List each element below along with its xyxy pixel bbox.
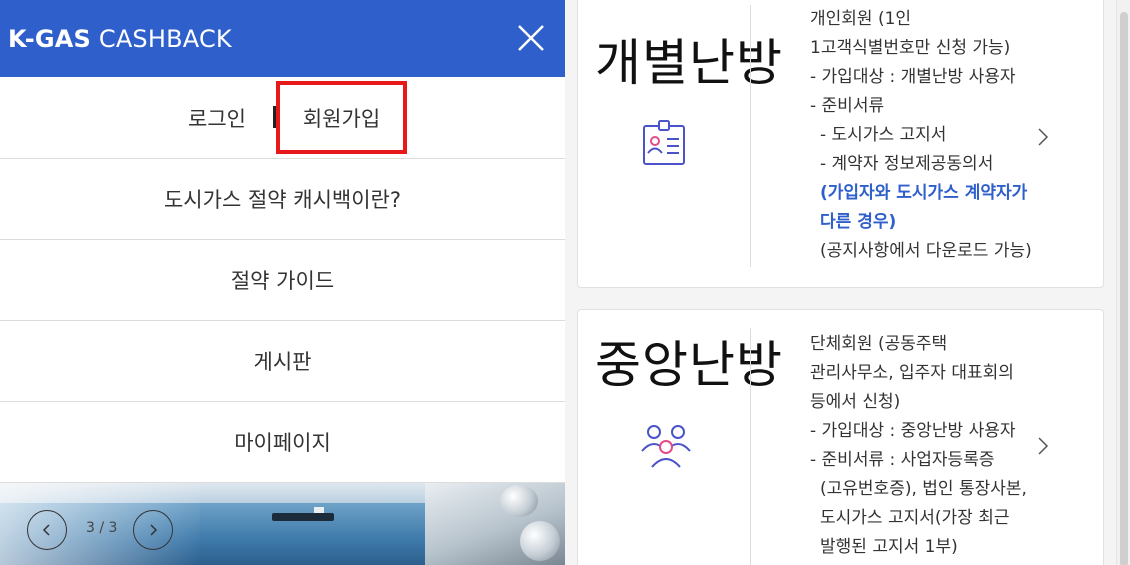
login-link[interactable]: 로그인 [188, 103, 246, 133]
id-card-icon [638, 117, 690, 173]
brand-logo-bold: K-GAS [8, 24, 92, 53]
divider [750, 328, 751, 565]
desc-line: 등에서 신청) [810, 392, 901, 412]
desc-line: 개인회원 (1인 [810, 9, 912, 29]
desc-line: (공지사항에서 다운로드 가능) [820, 241, 1032, 261]
chevron-left-icon [42, 524, 50, 536]
slide-next-button[interactable] [133, 510, 173, 550]
divider [750, 5, 751, 267]
card-title: 개별난방 [595, 34, 783, 92]
card-individual-heating[interactable]: 개별난방 개인회원 (1인 1고객식별번호만 신청 가능) - 가입대상 : 개… [577, 0, 1104, 288]
membership-cards: 개별난방 개인회원 (1인 1고객식별번호만 신청 가능) - 가입대상 : 개… [565, 0, 1130, 565]
desc-line-highlight: 다른 경우) [820, 212, 897, 232]
card-description: 단체회원 (공동주택 관리사무소, 입주자 대표회의 등에서 신청) - 가입대… [810, 330, 1027, 562]
chevron-right-icon [150, 524, 158, 536]
menu-item-label: 절약 가이드 [230, 269, 335, 293]
menu-item-label: 마이페이지 [234, 431, 331, 455]
slide-prev-button[interactable] [27, 510, 67, 550]
page: K-GAS CASHBACK 로그인 회원가입 도시가스 절약 캐시백이란? 절… [0, 0, 1130, 565]
card-central-heating[interactable]: 중앙난방 단체회원 (공동주택 관리사무소, 입주자 대표회의 등에서 신청) … [577, 309, 1104, 565]
desc-line: 1고객식별번호만 신청 가능) [810, 38, 1011, 58]
scrollbar-thumb[interactable] [1120, 12, 1128, 565]
auth-row: 로그인 회원가입 [0, 77, 565, 159]
signup-link[interactable]: 회원가입 [276, 81, 407, 154]
desc-line: (고유번호증), 법인 통장사본, [820, 479, 1027, 499]
drawer-header: K-GAS CASHBACK [0, 0, 565, 77]
desc-line: - 가입대상 : 중앙난방 사용자 [810, 421, 1016, 441]
desc-line-highlight: (가입자와 도시가스 계약자가 [820, 183, 1028, 203]
menu-item-guide[interactable]: 절약 가이드 [0, 240, 565, 321]
desc-line: 단체회원 (공동주택 [810, 334, 948, 354]
chevron-right-icon[interactable] [1036, 127, 1050, 151]
menu-item-board[interactable]: 게시판 [0, 321, 565, 402]
desc-line: 발행된 고지서 1부) [820, 537, 958, 557]
gas-tank-image [520, 521, 560, 561]
desc-line: - 계약자 정보제공동의서 [820, 154, 994, 174]
menu-item-about[interactable]: 도시가스 절약 캐시백이란? [0, 159, 565, 240]
brand-logo-light: CASHBACK [91, 24, 232, 53]
desc-line: 관리사무소, 입주자 대표회의 [810, 363, 1014, 383]
close-button[interactable] [515, 22, 547, 54]
desc-line: - 도시가스 고지서 [820, 125, 947, 145]
brand-logo[interactable]: K-GAS CASHBACK [8, 25, 232, 53]
card-title: 중앙난방 [595, 336, 783, 394]
promo-banner: 3 / 3 [0, 483, 565, 565]
desc-line: 도시가스 고지서(가장 최근 [820, 508, 1010, 528]
chevron-right-icon[interactable] [1036, 436, 1050, 460]
close-icon [518, 25, 544, 51]
card-description: 개인회원 (1인 1고객식별번호만 신청 가능) - 가입대상 : 개별난방 사… [810, 5, 1032, 266]
slide-counter: 3 / 3 [86, 520, 118, 536]
gas-tank-image [500, 485, 538, 517]
menu-item-label: 도시가스 절약 캐시백이란? [163, 188, 402, 212]
desc-line: - 준비서류 [810, 96, 885, 116]
menu-item-label: 게시판 [253, 350, 312, 374]
desc-line: - 준비서류 : 사업자등록증 [810, 450, 995, 470]
menu-item-mypage[interactable]: 마이페이지 [0, 402, 565, 483]
scrollbar[interactable] [1116, 0, 1130, 565]
desc-line: - 가입대상 : 개별난방 사용자 [810, 67, 1016, 87]
group-icon [638, 421, 694, 475]
ship-image [272, 507, 334, 521]
signup-label: 회원가입 [302, 106, 381, 131]
nav-drawer: K-GAS CASHBACK 로그인 회원가입 도시가스 절약 캐시백이란? 절… [0, 0, 565, 565]
